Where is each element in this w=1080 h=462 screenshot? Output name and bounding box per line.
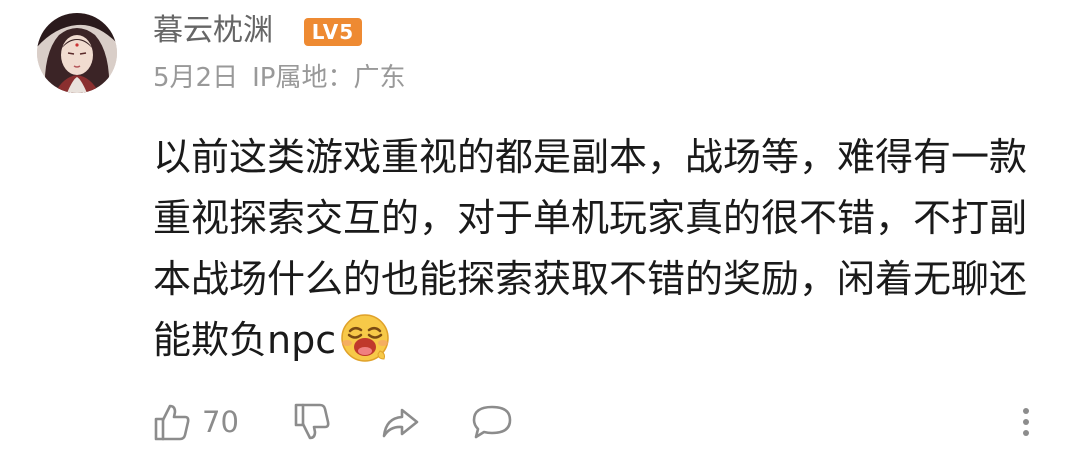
- more-icon: [1016, 402, 1036, 442]
- username[interactable]: 暮云枕渊: [153, 9, 273, 53]
- like-count: 70: [202, 405, 239, 439]
- laughing-emoji-icon: [340, 313, 390, 363]
- comment-actions: 70: [0, 396, 1080, 448]
- comment-text-block: 以前这类游戏重视的都是副本，战场等，难得有一款重视探索交互的，对于单机玩家真的很…: [153, 127, 1033, 371]
- more-button[interactable]: [1016, 396, 1036, 448]
- avatar[interactable]: [37, 13, 117, 93]
- comment-icon: [470, 402, 514, 442]
- comment-meta: 5月2日 IP属地：广东: [153, 58, 405, 98]
- comment-text: 以前这类游戏重视的都是副本，战场等，难得有一款重视探索交互的，对于单机玩家真的很…: [153, 135, 1028, 362]
- thumbs-up-icon: [152, 402, 192, 442]
- reply-button[interactable]: [470, 396, 514, 448]
- share-button[interactable]: [380, 396, 420, 448]
- dislike-button[interactable]: [292, 396, 332, 448]
- like-button[interactable]: 70: [152, 396, 239, 448]
- ip-location: IP属地：广东: [252, 63, 406, 93]
- level-badge: LV5: [304, 18, 362, 46]
- share-icon: [380, 402, 420, 442]
- comment-date: 5月2日: [153, 63, 239, 93]
- thumbs-down-icon: [292, 402, 332, 442]
